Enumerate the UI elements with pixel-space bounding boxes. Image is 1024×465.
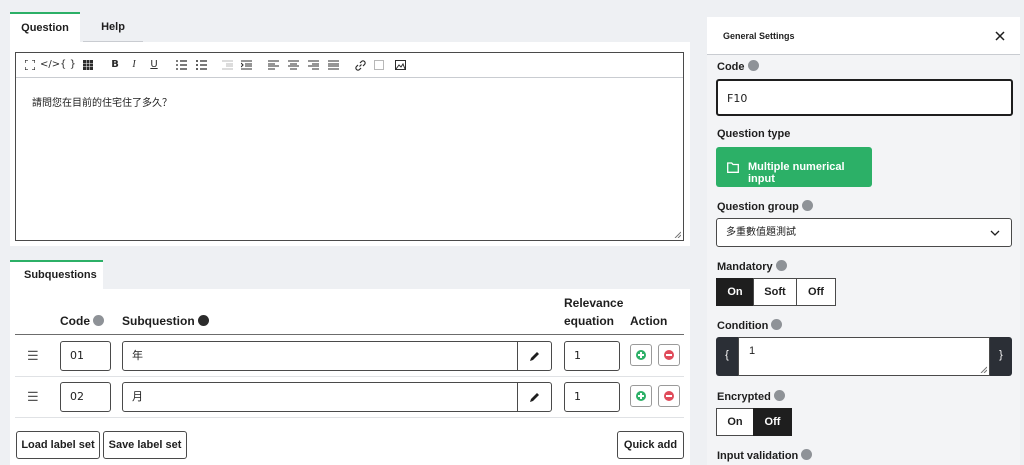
- edit-button[interactable]: [517, 382, 551, 412]
- condition-open-brace: {: [716, 337, 738, 376]
- subquestion-text-input[interactable]: 年: [122, 341, 552, 371]
- column-header-code: Code: [60, 314, 104, 328]
- mandatory-soft-button[interactable]: Soft: [753, 278, 797, 306]
- unlink-icon[interactable]: [371, 57, 387, 73]
- justify-icon[interactable]: [325, 57, 341, 73]
- save-label-set-button[interactable]: Save label set: [103, 431, 187, 459]
- header-divider: [15, 334, 684, 335]
- mandatory-on-button[interactable]: On: [716, 278, 754, 306]
- plus-circle-icon: [636, 391, 646, 401]
- maximize-icon[interactable]: [22, 57, 38, 73]
- encrypted-off-button[interactable]: Off: [753, 408, 792, 436]
- pencil-icon: [530, 393, 539, 402]
- source-code-icon[interactable]: </>: [40, 57, 60, 73]
- mandatory-label: Mandatory: [717, 260, 787, 273]
- relevance-input[interactable]: 1: [564, 341, 620, 371]
- code-label: Code: [717, 60, 759, 73]
- mandatory-off-button[interactable]: Off: [796, 278, 836, 306]
- column-header-action: Action: [630, 314, 668, 328]
- question-group-value: 多重數值題測試: [726, 227, 796, 238]
- subquestion-text-input[interactable]: 月: [122, 382, 552, 412]
- remove-row-button[interactable]: [658, 344, 680, 366]
- code-input[interactable]: F10: [716, 79, 1013, 116]
- grid-icon[interactable]: [80, 57, 96, 73]
- add-row-button[interactable]: [630, 344, 652, 366]
- question-type-button[interactable]: Multiple numerical input: [716, 147, 872, 187]
- question-group-select[interactable]: 多重數值題測試: [716, 218, 1012, 247]
- numbered-list-icon[interactable]: [173, 57, 189, 73]
- column-header-relevance: Relevance: [564, 296, 624, 310]
- align-center-icon[interactable]: [285, 57, 301, 73]
- align-right-icon[interactable]: [305, 57, 321, 73]
- info-icon: [197, 315, 209, 326]
- row-divider: [15, 417, 684, 418]
- relevance-input[interactable]: 1: [564, 382, 620, 412]
- editor-content[interactable]: 請問您在目前的住宅住了多久？: [32, 94, 172, 109]
- quick-add-button[interactable]: Quick add: [617, 431, 684, 459]
- rich-text-editor: </> { } B I U 請問您在目前的住宅住了多久？: [15, 52, 684, 241]
- info-icon: [773, 390, 785, 401]
- image-icon[interactable]: [392, 57, 408, 73]
- load-label-set-button[interactable]: Load label set: [16, 431, 100, 459]
- braces-icon[interactable]: { }: [60, 57, 76, 73]
- question-type-value: Multiple numerical input: [748, 161, 845, 185]
- subquestion-code-input[interactable]: 02: [60, 382, 111, 412]
- drag-handle-icon[interactable]: ☰: [27, 389, 39, 405]
- bulleted-list-icon[interactable]: [193, 57, 209, 73]
- encrypted-label: Encrypted: [717, 390, 785, 403]
- tab-question[interactable]: Question: [10, 12, 80, 42]
- encrypted-on-button[interactable]: On: [716, 408, 754, 436]
- condition-textarea[interactable]: 1: [738, 337, 990, 376]
- drag-handle-icon[interactable]: ☰: [27, 348, 39, 364]
- info-icon: [771, 319, 783, 330]
- tab-help[interactable]: Help: [83, 12, 143, 42]
- resize-grip-icon[interactable]: [980, 366, 987, 373]
- pencil-icon: [530, 352, 539, 361]
- info-icon: [801, 449, 813, 460]
- condition-label: Condition: [717, 319, 783, 332]
- minus-circle-icon: [664, 391, 674, 401]
- close-icon[interactable]: [992, 28, 1008, 44]
- question-tabs: Question Help: [10, 12, 690, 42]
- condition-value: 1: [749, 345, 756, 357]
- remove-row-button[interactable]: [658, 385, 680, 407]
- link-icon[interactable]: [352, 57, 368, 73]
- info-icon: [93, 315, 104, 326]
- outdent-icon[interactable]: [219, 57, 235, 73]
- subquestion-text-value: 年: [132, 349, 143, 362]
- subquestion-code-input[interactable]: 01: [60, 341, 111, 371]
- editor-toolbar: </> { } B I U: [16, 53, 683, 78]
- settings-title: General Settings: [723, 31, 795, 41]
- folder-icon: [727, 162, 739, 173]
- indent-icon[interactable]: [238, 57, 254, 73]
- input-validation-label: Input validation: [717, 449, 813, 462]
- condition-close-brace: }: [990, 337, 1012, 376]
- question-type-label: Question type: [717, 128, 791, 140]
- minus-circle-icon: [664, 350, 674, 360]
- info-icon: [801, 200, 813, 211]
- info-icon: [747, 60, 759, 71]
- info-icon: [775, 260, 787, 271]
- resize-grip-icon[interactable]: [673, 230, 681, 238]
- question-group-label: Question group: [717, 200, 813, 213]
- column-header-equation: equation: [564, 314, 614, 328]
- align-left-icon[interactable]: [265, 57, 281, 73]
- bold-icon[interactable]: B: [107, 57, 123, 73]
- tab-subquestions[interactable]: Subquestions: [10, 260, 103, 289]
- column-header-subquestion: Subquestion: [122, 314, 209, 328]
- plus-circle-icon: [636, 350, 646, 360]
- subquestion-text-value: 月: [132, 390, 143, 403]
- underline-icon[interactable]: U: [146, 57, 162, 73]
- row-divider: [15, 376, 684, 377]
- italic-icon[interactable]: I: [126, 57, 142, 73]
- add-row-button[interactable]: [630, 385, 652, 407]
- edit-button[interactable]: [517, 341, 551, 371]
- chevron-down-icon: [990, 230, 1000, 236]
